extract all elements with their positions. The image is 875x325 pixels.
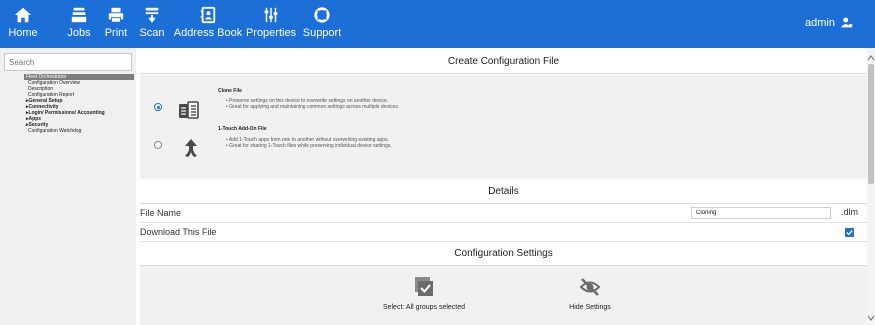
hide-settings-label: Hide Settings [569,304,611,311]
details-header: Details [140,180,867,204]
sidebar: Fleet Orchestrator Configuration Overvie… [0,48,136,325]
merge-arrow-icon [185,139,197,157]
download-file-label: Download This File [140,227,217,237]
jobs-icon [71,7,87,23]
nav-support[interactable]: Support [302,6,342,44]
scroll-up-arrow-icon[interactable] [867,54,875,62]
nav-home[interactable]: Home [6,6,40,44]
nav-scan[interactable]: Scan [139,6,165,44]
main-scrollbar[interactable] [867,48,875,325]
home-icon [14,7,32,23]
properties-icon [264,7,278,23]
nav-home-label: Home [8,27,38,39]
clone-file-bullet-2: • Great for applying and maintaining com… [226,104,400,110]
one-touch-addon-bullet-2: • Great for sharing 1-Touch files while … [226,143,392,149]
clone-file-radio[interactable] [154,103,162,111]
nav-print-label: Print [104,27,128,39]
user-menu[interactable]: admin [805,16,853,29]
nav-support-label: Support [302,27,342,39]
checkmark-icon [846,230,853,236]
sidebar-tree: Fleet Orchestrator Configuration Overvie… [24,74,134,134]
file-name-input[interactable] [691,207,831,219]
file-name-label: File Name [140,208,182,218]
nav-properties-label: Properties [245,27,297,39]
config-settings-header: Configuration Settings [140,242,867,266]
user-icon [840,17,853,28]
clone-file-title: Clone File [218,88,242,94]
file-type-panel: Clone File • Preserve settings on this d… [140,75,867,179]
search-input[interactable] [4,53,132,71]
nav-jobs-label: Jobs [67,27,91,39]
scroll-down-arrow-icon[interactable] [867,314,875,322]
top-nav-bar: Home Jobs Print Scan Address Book Proper… [0,0,875,48]
hide-settings-button[interactable]: Hide Settings [540,276,640,311]
nav-print[interactable]: Print [102,6,130,44]
download-file-checkbox[interactable] [845,228,854,237]
one-touch-addon-title: 1-Touch Add-On File [218,126,267,132]
nav-jobs[interactable]: Jobs [64,6,94,44]
nav-address-book-label: Address Book [173,27,243,39]
select-groups-button[interactable]: Select: All groups selected [364,276,484,311]
config-settings-panel: Select: All groups selected Hide Setting… [140,266,867,325]
main-content: Create Configuration File Clone File • P… [140,48,875,325]
one-touch-addon-radio[interactable] [154,141,162,149]
nav-scan-label: Scan [139,27,165,39]
print-icon [108,7,124,23]
nav-properties[interactable]: Properties [246,6,296,44]
eye-off-icon [579,278,601,296]
app-window: Home Jobs Print Scan Address Book Proper… [0,0,875,325]
download-file-row: Download This File [140,223,867,242]
address-book-icon [200,6,216,24]
select-checklist-icon [415,277,433,296]
file-name-row: File Name .dlm [140,204,867,223]
scrollbar-thumb[interactable] [868,64,874,184]
create-config-header: Create Configuration File [140,50,867,74]
user-name: admin [805,16,835,29]
select-groups-label: Select: All groups selected [382,304,466,311]
clone-file-icon [179,101,199,119]
file-extension-label: .dlm [841,207,859,217]
support-icon [314,7,330,23]
scan-icon [145,7,159,23]
sidebar-item-configuration-watchdog[interactable]: Configuration Watchdog [24,128,134,134]
nav-address-book[interactable]: Address Book [173,6,243,44]
